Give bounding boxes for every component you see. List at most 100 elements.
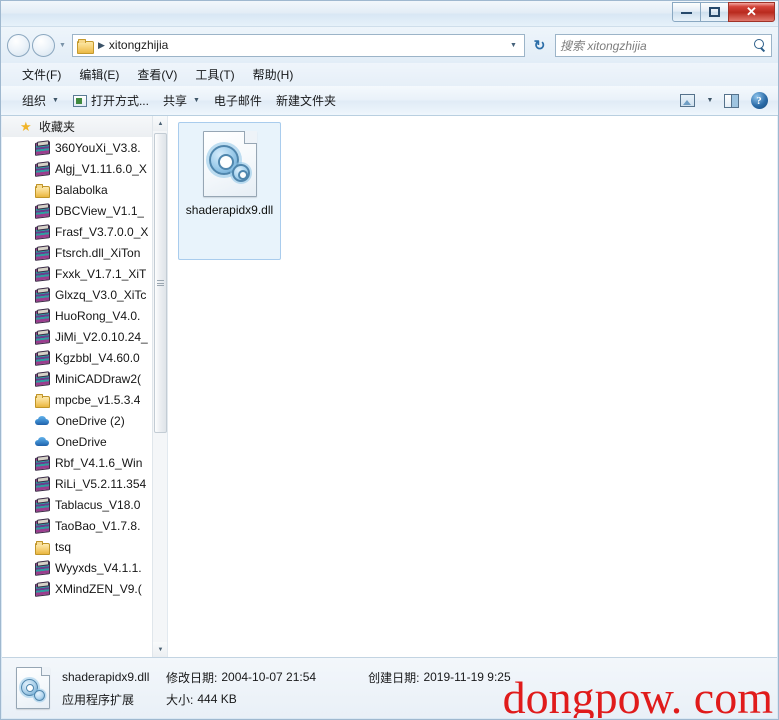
menu-edit[interactable]: 编辑(E) bbox=[70, 64, 128, 85]
sidebar-item[interactable]: Wyyxds_V4.1.1. bbox=[2, 557, 152, 578]
menu-help[interactable]: 帮助(H) bbox=[244, 64, 303, 85]
archive-icon bbox=[35, 288, 49, 301]
command-bar-right: ▼ ? bbox=[674, 89, 772, 113]
open-with-button[interactable]: 打开方式... bbox=[66, 88, 156, 113]
search-input[interactable]: 搜索 xitongzhijia bbox=[560, 37, 753, 54]
navigation-scrollbar[interactable]: ▲ ▼ bbox=[152, 116, 167, 657]
file-list-pane[interactable]: shaderapidx9.dll bbox=[168, 116, 777, 657]
sidebar-item[interactable]: Balabolka bbox=[2, 179, 152, 200]
sidebar-item[interactable]: 360YouXi_V3.8. bbox=[2, 137, 152, 158]
address-dropdown-caret-icon[interactable]: ▼ bbox=[505, 35, 522, 56]
menu-bar: 文件(F) 编辑(E) 查看(V) 工具(T) 帮助(H) bbox=[1, 63, 778, 86]
chevron-down-icon: ▼ bbox=[192, 97, 200, 104]
sidebar-item-label: Tablacus_V18.0 bbox=[55, 497, 141, 512]
sidebar-item-label: XMindZEN_V9.( bbox=[55, 581, 142, 596]
refresh-icon: ↻ bbox=[533, 36, 546, 53]
new-folder-button[interactable]: 新建文件夹 bbox=[269, 88, 343, 113]
recent-pages-caret-icon[interactable]: ▼ bbox=[57, 35, 68, 55]
explorer-window: ✕ ▼ ▶ xitongzhijia ▼ ↻ 搜索 xitongzhijia 文… bbox=[0, 0, 779, 720]
detail-created-label: 创建日期: bbox=[368, 670, 420, 685]
sidebar-item[interactable]: Fxxk_V1.7.1_XiT bbox=[2, 263, 152, 284]
sidebar-item-label: Kgzbbl_V4.60.0 bbox=[55, 350, 140, 365]
archive-icon bbox=[35, 561, 49, 574]
folder-icon bbox=[77, 38, 94, 54]
sidebar-item[interactable]: DBCView_V1.1_ bbox=[2, 200, 152, 221]
sidebar-item[interactable]: mpcbe_v1.5.3.4 bbox=[2, 389, 152, 410]
maximize-icon bbox=[709, 7, 720, 17]
menu-view[interactable]: 查看(V) bbox=[128, 64, 186, 85]
organize-button[interactable]: 组织 ▼ bbox=[15, 88, 66, 113]
email-label: 电子邮件 bbox=[213, 94, 262, 108]
breadcrumb-path[interactable]: xitongzhijia bbox=[109, 38, 168, 52]
sidebar-item[interactable]: tsq bbox=[2, 536, 152, 557]
change-view-button[interactable] bbox=[674, 89, 700, 113]
address-bar[interactable]: ▶ xitongzhijia ▼ bbox=[72, 33, 525, 57]
sidebar-item[interactable]: Rbf_V4.1.6_Win bbox=[2, 452, 152, 473]
back-button[interactable] bbox=[7, 33, 30, 57]
archive-icon bbox=[35, 519, 49, 532]
details-row-secondary: 应用程序扩展 大小: 444 KB bbox=[62, 691, 511, 708]
sidebar-item[interactable]: Kgzbbl_V4.60.0 bbox=[2, 347, 152, 368]
sidebar-item-label: MiniCADDraw2( bbox=[55, 371, 142, 386]
sidebar-item[interactable]: Frasf_V3.7.0.0_X bbox=[2, 221, 152, 242]
archive-icon bbox=[35, 477, 49, 490]
scroll-down-icon[interactable]: ▼ bbox=[153, 642, 167, 657]
sidebar-item-label: OneDrive bbox=[56, 434, 107, 449]
sidebar-item[interactable]: OneDrive bbox=[2, 431, 152, 452]
archive-icon bbox=[35, 498, 49, 511]
sidebar-item[interactable]: MiniCADDraw2( bbox=[2, 368, 152, 389]
search-box[interactable]: 搜索 xitongzhijia bbox=[555, 33, 772, 57]
title-bar: ✕ bbox=[1, 1, 778, 27]
sidebar-item-label: Frasf_V3.7.0.0_X bbox=[55, 224, 149, 239]
navigation-buttons: ▼ bbox=[7, 33, 68, 57]
scrollbar-thumb[interactable] bbox=[154, 133, 167, 433]
email-button[interactable]: 电子邮件 bbox=[207, 88, 269, 113]
sidebar-item[interactable]: Ftsrch.dll_XiTon bbox=[2, 242, 152, 263]
archive-icon bbox=[35, 246, 49, 259]
watermark: dongpow. com bbox=[502, 672, 773, 718]
sidebar-item-label: Balabolka bbox=[55, 182, 108, 197]
sidebar-item[interactable]: Glxzq_V3.0_XiTc bbox=[2, 284, 152, 305]
sidebar-item[interactable]: JiMi_V2.0.10.24_ bbox=[2, 326, 152, 347]
star-icon: ★ bbox=[20, 119, 32, 134]
sidebar-item[interactable]: TaoBao_V1.7.8. bbox=[2, 515, 152, 536]
sidebar-item[interactable]: Tablacus_V18.0 bbox=[2, 494, 152, 515]
sidebar-item-label: Rbf_V4.1.6_Win bbox=[55, 455, 143, 470]
scroll-up-icon[interactable]: ▲ bbox=[153, 116, 167, 131]
maximize-button[interactable] bbox=[700, 2, 729, 22]
navigation-pane: ★ 收藏夹 360YouXi_V3.8. Algj_V1.11.6.0_X Bala… bbox=[2, 116, 168, 657]
archive-icon bbox=[35, 309, 49, 322]
command-bar: 组织 ▼ 打开方式... 共享 ▼ 电子邮件 新建文件夹 ▼ ? bbox=[1, 86, 778, 116]
search-icon bbox=[753, 38, 767, 52]
menu-file[interactable]: 文件(F) bbox=[13, 64, 70, 85]
sidebar-item-label: 360YouXi_V3.8. bbox=[55, 140, 141, 155]
sidebar-item[interactable]: Algj_V1.11.6.0_X bbox=[2, 158, 152, 179]
sidebar-item[interactable]: RiLi_V5.2.11.354 bbox=[2, 473, 152, 494]
forward-button[interactable] bbox=[32, 33, 55, 57]
close-button[interactable]: ✕ bbox=[728, 2, 775, 22]
file-item[interactable]: shaderapidx9.dll bbox=[178, 122, 281, 260]
minimize-button[interactable] bbox=[672, 2, 701, 22]
share-button[interactable]: 共享 ▼ bbox=[156, 88, 207, 113]
change-view-caret[interactable]: ▼ bbox=[702, 89, 716, 113]
sidebar-item-label: mpcbe_v1.5.3.4 bbox=[55, 392, 141, 407]
chevron-down-icon: ▼ bbox=[706, 97, 714, 104]
preview-pane-button[interactable] bbox=[718, 89, 744, 113]
detail-file-type: 应用程序扩展 bbox=[62, 692, 135, 707]
archive-icon bbox=[35, 351, 49, 364]
sidebar-item-label: OneDrive (2) bbox=[56, 413, 125, 428]
refresh-button[interactable]: ↻ bbox=[527, 34, 552, 57]
sidebar-item[interactable]: OneDrive (2) bbox=[2, 410, 152, 431]
sidebar-section-favorites[interactable]: ★ 收藏夹 bbox=[2, 116, 152, 137]
view-options-icon bbox=[679, 94, 695, 107]
help-button[interactable]: ? bbox=[746, 89, 772, 113]
detail-size-label: 大小: bbox=[166, 692, 194, 707]
sidebar-item[interactable]: XMindZEN_V9.( bbox=[2, 578, 152, 599]
window-controls: ✕ bbox=[672, 2, 775, 22]
sidebar-item-label: Algj_V1.11.6.0_X bbox=[55, 161, 147, 176]
new-folder-label: 新建文件夹 bbox=[275, 94, 336, 108]
sidebar-item[interactable]: HuoRong_V4.0. bbox=[2, 305, 152, 326]
archive-icon bbox=[35, 225, 49, 238]
menu-tools[interactable]: 工具(T) bbox=[186, 64, 243, 85]
open-with-label: 打开方式... bbox=[90, 94, 149, 108]
